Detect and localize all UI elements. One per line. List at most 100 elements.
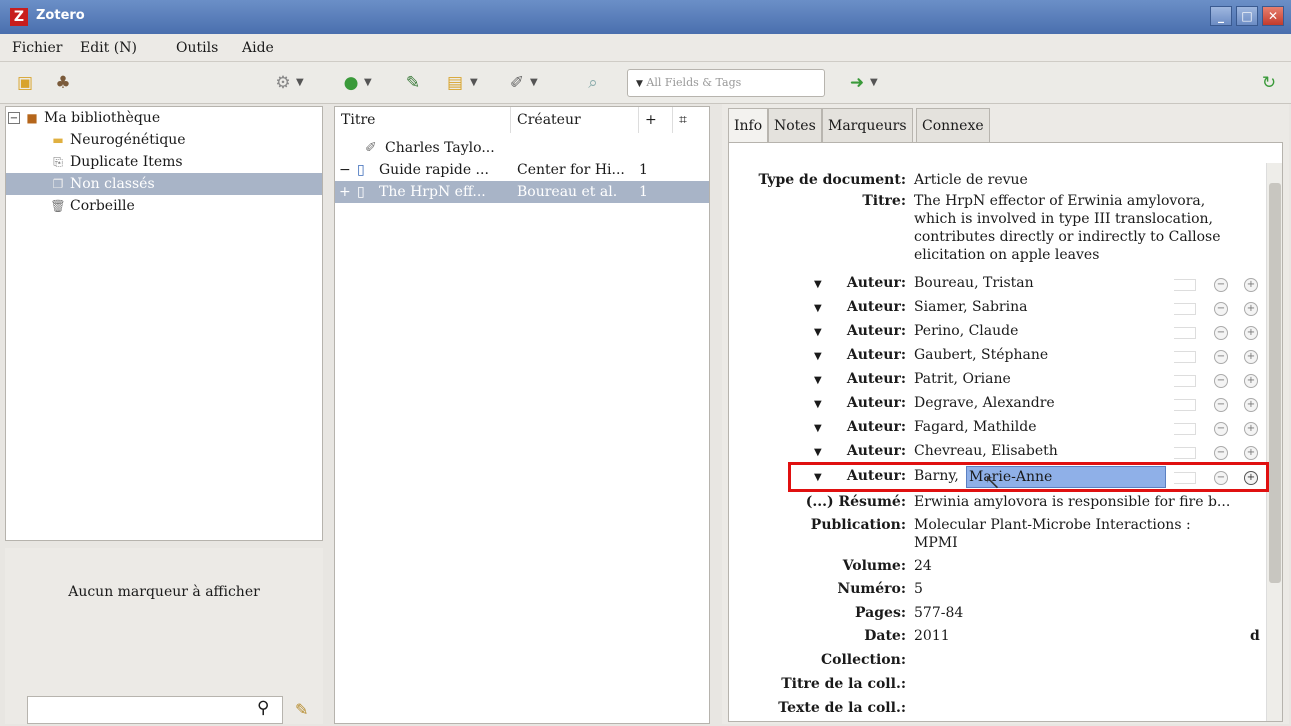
title-label: Titre: xyxy=(862,193,906,209)
collapse-icon[interactable]: − xyxy=(8,112,20,124)
menu-aide[interactable]: Aide xyxy=(242,40,274,56)
search-placeholder: All Fields & Tags xyxy=(646,76,742,89)
title-line[interactable]: elicitation on apple leaves xyxy=(914,247,1099,263)
tag-actions-icon[interactable]: ✎ xyxy=(295,700,308,719)
name-mode-toggle[interactable] xyxy=(1174,303,1196,315)
author-name[interactable]: Chevreau, Elisabeth xyxy=(914,443,1058,459)
title-line[interactable]: which is involved in type III translocat… xyxy=(914,211,1213,227)
locate-icon[interactable]: ➜ xyxy=(846,72,868,94)
remove-author-icon[interactable]: − xyxy=(1214,374,1228,388)
locate-dropdown-icon[interactable]: ▼ xyxy=(870,72,878,94)
remove-author-icon[interactable]: − xyxy=(1214,326,1228,340)
name-mode-toggle[interactable] xyxy=(1174,351,1196,363)
search-input[interactable]: ▼ All Fields & Tags xyxy=(627,69,825,97)
column-creator[interactable]: Créateur xyxy=(511,107,639,133)
add-author-icon[interactable]: + xyxy=(1244,446,1258,460)
new-group-icon[interactable]: ♣ xyxy=(52,72,74,94)
document-icon: ▯ xyxy=(357,162,365,178)
unfiled-items[interactable]: ❐ Non classés xyxy=(6,173,322,195)
remove-author-icon[interactable]: − xyxy=(1214,302,1228,316)
abstract-value[interactable]: Erwinia amylovora is responsible for fir… xyxy=(914,494,1230,510)
menu-edit[interactable]: Edit (N) xyxy=(80,40,137,56)
item-row[interactable]: − ▯ Guide rapide ... Center for Hi... 1 xyxy=(335,159,709,181)
trash[interactable]: 🗑 Corbeille xyxy=(6,195,322,217)
duplicate-items[interactable]: ⎘ Duplicate Items xyxy=(6,151,322,173)
author-name[interactable]: Fagard, Mathilde xyxy=(914,419,1037,435)
attachment-dropdown-icon[interactable]: ▼ xyxy=(530,72,538,94)
column-attachments[interactable]: + xyxy=(639,107,673,133)
abstract-label[interactable]: (...) Résumé: xyxy=(738,494,906,510)
gear-dropdown-icon[interactable]: ▼ xyxy=(296,72,304,94)
add-author-icon[interactable]: + xyxy=(1244,278,1258,292)
collections-pane: − ■ Ma bibliothèque ▬ Neurogénétique ⎘ D… xyxy=(5,106,323,541)
add-author-icon[interactable]: + xyxy=(1244,398,1258,412)
collapse-icon[interactable]: − xyxy=(339,159,351,181)
new-collection-icon[interactable]: ▣ xyxy=(14,72,36,94)
remove-author-icon[interactable]: − xyxy=(1214,350,1228,364)
scrollbar-thumb[interactable] xyxy=(1269,183,1281,583)
new-item-dropdown-icon[interactable]: ▼ xyxy=(364,72,372,94)
menu-outils[interactable]: Outils xyxy=(176,40,218,56)
title-line[interactable]: The HrpN effector of Erwinia amylovora, xyxy=(914,193,1205,209)
new-note-dropdown-icon[interactable]: ▼ xyxy=(470,72,478,94)
library-root[interactable]: − ■ Ma bibliothèque xyxy=(6,107,322,129)
search-mode-dropdown-icon[interactable]: ▼ xyxy=(636,79,643,89)
author-name[interactable]: Perino, Claude xyxy=(914,323,1018,339)
remove-author-icon[interactable]: − xyxy=(1214,398,1228,412)
close-button[interactable]: ✕ xyxy=(1262,6,1284,26)
author-name[interactable]: Siamer, Sabrina xyxy=(914,299,1027,315)
publication-line[interactable]: MPMI xyxy=(914,535,958,551)
author-name[interactable]: Gaubert, Stéphane xyxy=(914,347,1048,363)
name-mode-toggle[interactable] xyxy=(1174,375,1196,387)
advanced-search-icon[interactable]: ⌕ xyxy=(582,72,604,94)
menu-fichier[interactable]: Fichier xyxy=(12,40,63,56)
column-picker-icon[interactable]: ⌗ xyxy=(673,107,709,133)
item-row[interactable]: ✐ Charles Taylo... xyxy=(335,137,709,159)
tab-tags[interactable]: Marqueurs xyxy=(822,108,913,142)
author-name[interactable]: Degrave, Alexandre xyxy=(914,395,1055,411)
name-mode-toggle[interactable] xyxy=(1174,423,1196,435)
volume-value[interactable]: 24 xyxy=(914,558,932,574)
tab-notes[interactable]: Notes xyxy=(768,108,822,142)
name-mode-toggle[interactable] xyxy=(1174,447,1196,459)
publication-line[interactable]: Molecular Plant-Microbe Interactions : xyxy=(914,517,1191,533)
collection-label: Collection: xyxy=(820,652,906,668)
new-note-icon[interactable]: ▤ xyxy=(444,72,466,94)
title-line[interactable]: contributes directly or indirectly to Ca… xyxy=(914,229,1221,245)
add-author-icon[interactable]: + xyxy=(1244,326,1258,340)
remove-author-icon[interactable]: − xyxy=(1214,422,1228,436)
date-value[interactable]: 2011 xyxy=(914,628,950,644)
item-type-value[interactable]: Article de revue xyxy=(914,172,1028,188)
tag-filter-input[interactable] xyxy=(27,696,283,724)
gear-icon[interactable]: ⚙ xyxy=(272,72,294,94)
expand-icon[interactable]: + xyxy=(339,181,351,203)
minimize-button[interactable]: _ xyxy=(1210,6,1232,26)
tab-info[interactable]: Info xyxy=(728,108,769,142)
remove-author-icon[interactable]: − xyxy=(1214,446,1228,460)
add-author-icon[interactable]: + xyxy=(1244,350,1258,364)
name-mode-toggle[interactable] xyxy=(1174,399,1196,411)
info-scrollbar[interactable] xyxy=(1266,163,1282,721)
name-mode-toggle[interactable] xyxy=(1174,279,1196,291)
add-author-icon[interactable]: + xyxy=(1244,302,1258,316)
attachment-icon[interactable]: ✐ xyxy=(506,72,528,94)
maximize-button[interactable]: □ xyxy=(1236,6,1258,26)
tab-related[interactable]: Connexe xyxy=(916,108,990,142)
sync-icon[interactable]: ↻ xyxy=(1258,72,1280,94)
add-by-identifier-icon[interactable]: ✎ xyxy=(402,72,424,94)
author-name[interactable]: Patrit, Oriane xyxy=(914,371,1011,387)
pages-value[interactable]: 577-84 xyxy=(914,605,963,621)
author-name[interactable]: Boureau, Tristan xyxy=(914,275,1034,291)
issue-value[interactable]: 5 xyxy=(914,581,923,597)
author-label: Auteur: xyxy=(846,443,906,459)
series-text-label: Texte de la coll.: xyxy=(778,700,906,716)
item-row[interactable]: + ▯ The HrpN eff... Boureau et al. 1 xyxy=(335,181,709,203)
name-mode-toggle[interactable] xyxy=(1174,327,1196,339)
add-author-icon[interactable]: + xyxy=(1244,374,1258,388)
column-title[interactable]: Titre xyxy=(335,107,511,133)
collection-neurogenetique[interactable]: ▬ Neurogénétique xyxy=(6,129,322,151)
remove-author-icon[interactable]: − xyxy=(1214,278,1228,292)
add-author-icon[interactable]: + xyxy=(1244,422,1258,436)
new-item-icon[interactable]: ● xyxy=(340,72,362,94)
date-format-badge: d xyxy=(1250,628,1260,644)
